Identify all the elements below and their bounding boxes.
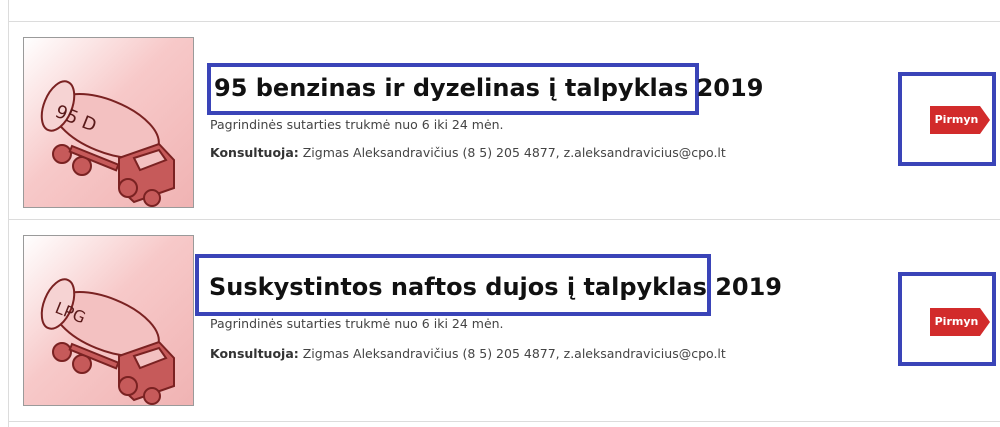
button-highlight-box: Pirmyn — [898, 272, 996, 366]
item-title[interactable]: 95 benzinas ir dyzelinas į talpyklas 201… — [214, 74, 763, 102]
consultant-info: Konsultuoja: Zigmas Aleksandravičius (8 … — [210, 346, 726, 361]
next-button-label: Pirmyn — [934, 315, 979, 328]
divider — [8, 421, 1000, 422]
consultant-value: Zigmas Aleksandravičius (8 5) 205 4877, … — [298, 145, 726, 160]
tanker-truck-image: LPG — [23, 235, 194, 406]
item-title[interactable]: Suskystintos naftos dujos į talpyklas 20… — [209, 273, 782, 301]
button-highlight-box: Pirmyn — [898, 72, 996, 166]
consultant-value: Zigmas Aleksandravičius (8 5) 205 4877, … — [298, 346, 726, 361]
list-item: LPG Suskystintos naftos dujos į talpykla… — [8, 219, 1000, 413]
contract-duration: Pagrindinės sutarties trukmė nuo 6 iki 2… — [210, 117, 504, 132]
list-item: 95 D 95 benzinas ir dyzelinas į talpykla… — [8, 21, 1000, 215]
consultant-label: Konsultuoja: — [210, 145, 299, 160]
contract-duration: Pagrindinės sutarties trukmė nuo 6 iki 2… — [210, 316, 504, 331]
next-button[interactable]: Pirmyn — [930, 106, 990, 134]
tanker-truck-image: 95 D — [23, 37, 194, 208]
next-button[interactable]: Pirmyn — [930, 308, 990, 336]
next-button-label: Pirmyn — [934, 113, 979, 126]
consultant-label: Konsultuoja: — [210, 346, 299, 361]
consultant-info: Konsultuoja: Zigmas Aleksandravičius (8 … — [210, 145, 726, 160]
